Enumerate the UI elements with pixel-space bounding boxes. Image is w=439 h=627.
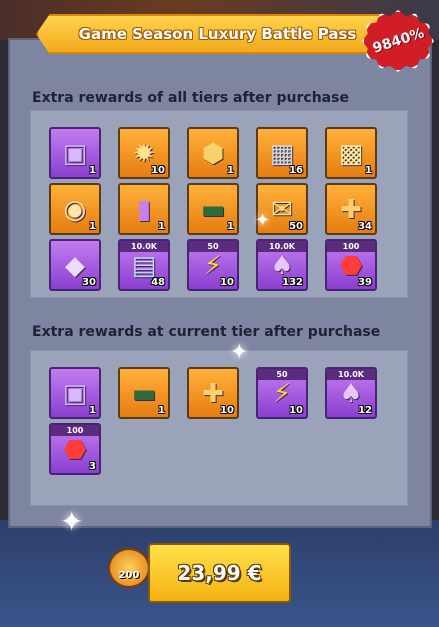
name-plate-icon: ▬ <box>200 194 226 225</box>
all-tiers-grid: ▣ 1 ✹ 10 ⬢ 1 ▦ 16 ▩ 1 ◉ 1 ▮ 1 ▬ 1 ✉ 50 ✚ 34 ◆ 30 10.0K ▤ 48 50 ⚡ 10… <box>30 110 408 298</box>
reward-tile[interactable]: ◉ 1 <box>49 183 101 235</box>
reward-tile[interactable]: 10.0K ▤ 48 <box>118 239 170 291</box>
reward-count: 10 <box>289 405 303 416</box>
reward-count: 10 <box>220 277 234 288</box>
reward-tile[interactable]: ▮ 1 <box>118 183 170 235</box>
reward-tile[interactable]: 10.0K ♠ 12 <box>325 367 377 419</box>
reward-tile[interactable]: 100 ⬣ 39 <box>325 239 377 291</box>
name-plate-icon: ▬ <box>131 378 157 409</box>
reward-tile[interactable]: ✚ 34 <box>325 183 377 235</box>
reward-count: 48 <box>151 277 165 288</box>
sparkle-icon: ✦ <box>255 210 271 231</box>
reward-count: 1 <box>365 165 372 176</box>
page-title: Game Season Luxury Battle Pass <box>78 25 357 43</box>
purple-book-icon: ▮ <box>136 194 152 225</box>
reward-count: 30 <box>82 277 96 288</box>
reward-count: 1 <box>89 221 96 232</box>
points-coin-icon <box>108 548 150 588</box>
reward-tile[interactable]: ✹ 10 <box>118 127 170 179</box>
reward-count: 34 <box>358 221 372 232</box>
avatar-swap-icon: ◉ <box>63 194 87 225</box>
gold-chest-icon: ▩ <box>338 138 364 169</box>
discount-badge-text: 9840% <box>370 25 426 57</box>
current-tier-title: Extra rewards at current tier after purc… <box>32 324 381 340</box>
reward-count: 1 <box>158 405 165 416</box>
reward-tile[interactable]: ▦ 16 <box>256 127 308 179</box>
current-tier-grid: ▣ 1 ▬ 1 ✚ 10 50 ⚡ 10 10.0K ♠ 12 100 ⬣ 3 <box>30 350 408 506</box>
sparkle-icon: ✦ <box>60 505 84 538</box>
reward-count: 50 <box>289 221 303 232</box>
reward-count: 3 <box>89 461 96 472</box>
reward-tile[interactable]: 10.0K ♠ 132 <box>256 239 308 291</box>
reward-count: 132 <box>282 277 303 288</box>
reward-tile[interactable]: ⬢ 1 <box>187 127 239 179</box>
reward-tile[interactable]: ▬ 1 <box>187 183 239 235</box>
points-value: 200 <box>118 570 140 581</box>
purchase-price: 23,99 € <box>177 561 262 585</box>
purple-chest-icon: ▣ <box>62 378 88 409</box>
reward-count: 1 <box>158 221 165 232</box>
reward-tile[interactable]: ▩ 1 <box>325 127 377 179</box>
reward-count: 1 <box>227 221 234 232</box>
title-banner: Game Season Luxury Battle Pass <box>36 14 381 54</box>
reward-count: 1 <box>89 165 96 176</box>
reward-tile[interactable]: ▬ 1 <box>118 367 170 419</box>
reward-count: 12 <box>358 405 372 416</box>
reward-tile[interactable]: 50 ⚡ 10 <box>256 367 308 419</box>
reward-count: 10 <box>220 405 234 416</box>
all-tiers-title: Extra rewards of all tiers after purchas… <box>32 90 349 106</box>
reward-tile[interactable]: ◆ 30 <box>49 239 101 291</box>
reward-tile[interactable]: 50 ⚡ 10 <box>187 239 239 291</box>
reward-count: 39 <box>358 277 372 288</box>
reward-tile[interactable]: ✚ 10 <box>187 367 239 419</box>
reward-count: 16 <box>289 165 303 176</box>
reward-count: 10 <box>151 165 165 176</box>
sparkle-icon: ✦ <box>230 340 249 365</box>
reward-tile[interactable]: ▣ 1 <box>49 367 101 419</box>
reward-tile[interactable]: ▣ 1 <box>49 127 101 179</box>
reward-tile[interactable]: 100 ⬣ 3 <box>49 423 101 475</box>
red-gem-icon: ⬣ <box>63 434 87 465</box>
sg-badge-icon: ⬢ <box>201 138 225 169</box>
purchase-button[interactable]: 23,99 € <box>148 543 291 603</box>
reward-count: 1 <box>89 405 96 416</box>
reward-count: 1 <box>227 165 234 176</box>
purple-chest-icon: ▣ <box>62 138 88 169</box>
